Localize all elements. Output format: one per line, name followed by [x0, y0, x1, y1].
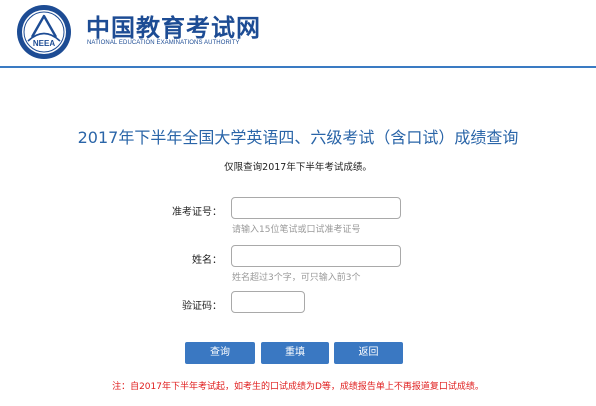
page: NEEA 中国教育考试网 NATIONAL EDUCATION EXAMINAT…: [0, 0, 596, 406]
name-label: 姓名：: [192, 255, 222, 266]
exam-id-input[interactable]: [231, 197, 401, 219]
neea-emblem-icon: NEEA: [17, 5, 71, 59]
exam-id-hint: 请输入15位笔试或口试准考证号: [232, 225, 361, 235]
back-button[interactable]: 返回: [334, 342, 403, 364]
site-header: NEEA 中国教育考试网 NATIONAL EDUCATION EXAMINAT…: [0, 0, 596, 66]
score-report-note: 注：自2017年下半年考试起，如考生的口试成绩为D等，成绩报告单上不再报道复口试…: [112, 382, 484, 392]
captcha-input[interactable]: [231, 291, 305, 313]
page-subtitle: 仅限查询2017年下半年考试成绩。: [224, 162, 372, 173]
query-button[interactable]: 查询: [185, 342, 255, 364]
logo-text: NEEA: [33, 39, 55, 48]
captcha-label: 验证码：: [182, 301, 222, 312]
name-hint: 姓名超过3个字，可只输入前3个: [232, 273, 361, 283]
site-brand-name[interactable]: 中国教育考试网: [86, 8, 261, 43]
name-input[interactable]: [231, 245, 401, 267]
reset-button[interactable]: 重填: [261, 342, 329, 364]
exam-id-label: 准考证号：: [172, 207, 222, 218]
header-divider: [0, 66, 596, 68]
site-brand-english: NATIONAL EDUCATION EXAMINATIONS AUTHORIT…: [87, 40, 240, 46]
page-title: 2017年下半年全国大学英语四、六级考试（含口试）成绩查询: [77, 128, 519, 147]
